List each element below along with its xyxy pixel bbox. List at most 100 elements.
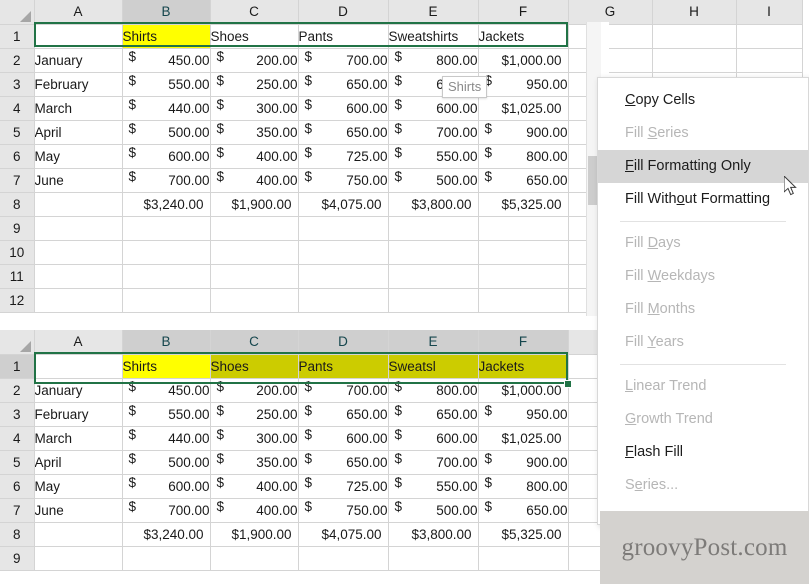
cell-currency[interactable]: $950.00 xyxy=(478,402,569,427)
cell-currency[interactable]: $1,025.00 xyxy=(478,96,569,121)
cell-currency[interactable]: $600.00 xyxy=(298,426,389,451)
cell-currency[interactable]: $250.00 xyxy=(210,72,299,97)
cell-currency[interactable]: $550.00 xyxy=(388,474,479,499)
fill-handle[interactable] xyxy=(564,380,572,388)
cell-month[interactable]: June xyxy=(34,498,123,523)
cell-currency[interactable]: $550.00 xyxy=(122,402,211,427)
cell-e1[interactable]: Sweatshirts xyxy=(388,24,479,49)
column-header-a[interactable]: A xyxy=(34,0,123,25)
cell-currency[interactable]: $750.00 xyxy=(298,498,389,523)
menu-item-flash-fill[interactable]: Flash Fill xyxy=(598,436,808,469)
cell-empty[interactable] xyxy=(34,216,123,241)
cell-currency[interactable]: $200.00 xyxy=(210,48,299,73)
column-header-c[interactable]: C xyxy=(210,330,299,355)
cell-currency[interactable]: $5,325.00 xyxy=(478,192,569,217)
row-header-12[interactable]: 12 xyxy=(0,288,35,313)
cell-currency[interactable]: $600.00 xyxy=(388,96,479,121)
cell-empty[interactable] xyxy=(122,216,211,241)
cell-currency[interactable]: $5,325.00 xyxy=(478,522,569,547)
cell-currency[interactable]: $550.00 xyxy=(122,72,211,97)
cell-empty[interactable] xyxy=(34,240,123,265)
menu-item-fill-without-formatting[interactable]: Fill Without Formatting xyxy=(598,183,808,216)
cell-e1[interactable]: Sweatsl xyxy=(388,354,479,379)
cell-a1[interactable] xyxy=(34,354,123,379)
cell-empty[interactable] xyxy=(478,264,569,289)
cell-currency[interactable]: $700.00 xyxy=(298,378,389,403)
cell-currency[interactable]: $750.00 xyxy=(298,168,389,193)
cell-currency[interactable]: $650.00 xyxy=(478,168,569,193)
cell-empty[interactable] xyxy=(298,216,389,241)
cell-c1[interactable]: Shoes xyxy=(210,354,299,379)
row-header-3[interactable]: 3 xyxy=(0,402,35,427)
cell-currency[interactable]: $4,075.00 xyxy=(298,192,389,217)
cell-currency[interactable]: $550.00 xyxy=(388,144,479,169)
row-header-9[interactable]: 9 xyxy=(0,216,35,241)
column-header-c[interactable]: C xyxy=(210,0,299,25)
cell-currency[interactable]: $250.00 xyxy=(210,402,299,427)
cell-empty[interactable] xyxy=(34,264,123,289)
cell-empty[interactable] xyxy=(736,48,803,73)
cell-empty[interactable] xyxy=(298,546,389,571)
cell-currency[interactable]: $950.00 xyxy=(478,72,569,97)
column-header-d[interactable]: D xyxy=(298,330,389,355)
cell-a8[interactable] xyxy=(34,192,123,217)
select-all-corner[interactable] xyxy=(0,330,35,355)
cell-currency[interactable]: $400.00 xyxy=(210,168,299,193)
select-all-corner[interactable] xyxy=(0,0,35,25)
cell-empty[interactable] xyxy=(210,288,299,313)
cell-empty[interactable] xyxy=(122,264,211,289)
column-header-a[interactable]: A xyxy=(34,330,123,355)
cell-month[interactable]: April xyxy=(34,450,123,475)
cell-currency[interactable]: $3,800.00 xyxy=(388,522,479,547)
cell-i1[interactable] xyxy=(736,24,803,49)
cell-c1[interactable]: Shoes xyxy=(210,24,299,49)
auto-fill-options-menu[interactable]: Copy Cells Fill Series Fill Formatting Onl… xyxy=(597,77,809,525)
cell-currency[interactable]: $200.00 xyxy=(210,378,299,403)
row-header-5[interactable]: 5 xyxy=(0,450,35,475)
cell-currency[interactable]: $700.00 xyxy=(388,120,479,145)
cell-currency[interactable]: $725.00 xyxy=(298,144,389,169)
cell-b1[interactable]: Shirts xyxy=(122,354,211,379)
cell-currency[interactable]: $650.00 xyxy=(388,402,479,427)
column-header-i[interactable]: I xyxy=(736,0,803,25)
cell-empty[interactable] xyxy=(652,48,737,73)
cell-g1[interactable] xyxy=(568,24,653,49)
cell-currency[interactable]: $650.00 xyxy=(298,402,389,427)
cell-month[interactable]: April xyxy=(34,120,123,145)
cell-empty[interactable] xyxy=(34,546,123,571)
cell-currency[interactable]: $450.00 xyxy=(122,48,211,73)
cell-currency[interactable]: $700.00 xyxy=(122,498,211,523)
column-header-e[interactable]: E xyxy=(388,0,479,25)
cell-empty[interactable] xyxy=(478,216,569,241)
cell-currency[interactable]: $650.00 xyxy=(478,498,569,523)
cell-f1[interactable]: Jackets xyxy=(478,354,569,379)
cell-currency[interactable]: $450.00 xyxy=(122,378,211,403)
cell-empty[interactable] xyxy=(34,288,123,313)
cell-d1[interactable]: Pants xyxy=(298,24,389,49)
cell-currency[interactable]: $500.00 xyxy=(122,450,211,475)
cell-h1[interactable] xyxy=(652,24,737,49)
row-header-7[interactable]: 7 xyxy=(0,498,35,523)
cell-currency[interactable]: $725.00 xyxy=(298,474,389,499)
cell-month[interactable]: June xyxy=(34,168,123,193)
cell-empty[interactable] xyxy=(478,546,569,571)
cell-empty[interactable] xyxy=(298,288,389,313)
cell-currency[interactable]: $1,025.00 xyxy=(478,426,569,451)
cell-currency[interactable]: $1,000.00 xyxy=(478,378,569,403)
column-header-e[interactable]: E xyxy=(388,330,479,355)
column-header-h[interactable]: H xyxy=(652,0,737,25)
cell-empty[interactable] xyxy=(388,288,479,313)
row-header-8[interactable]: 8 xyxy=(0,192,35,217)
cell-currency[interactable]: $3,240.00 xyxy=(122,192,211,217)
row-header-3[interactable]: 3 xyxy=(0,72,35,97)
cell-currency[interactable]: $700.00 xyxy=(122,168,211,193)
cell-month[interactable]: May xyxy=(34,144,123,169)
row-header-1[interactable]: 1 xyxy=(0,354,35,379)
cell-currency[interactable]: $500.00 xyxy=(388,168,479,193)
cell-month[interactable]: January xyxy=(34,48,123,73)
row-header-4[interactable]: 4 xyxy=(0,96,35,121)
cell-empty[interactable] xyxy=(122,546,211,571)
row-header-11[interactable]: 11 xyxy=(0,264,35,289)
cell-empty[interactable] xyxy=(298,240,389,265)
cell-currency[interactable]: $300.00 xyxy=(210,426,299,451)
